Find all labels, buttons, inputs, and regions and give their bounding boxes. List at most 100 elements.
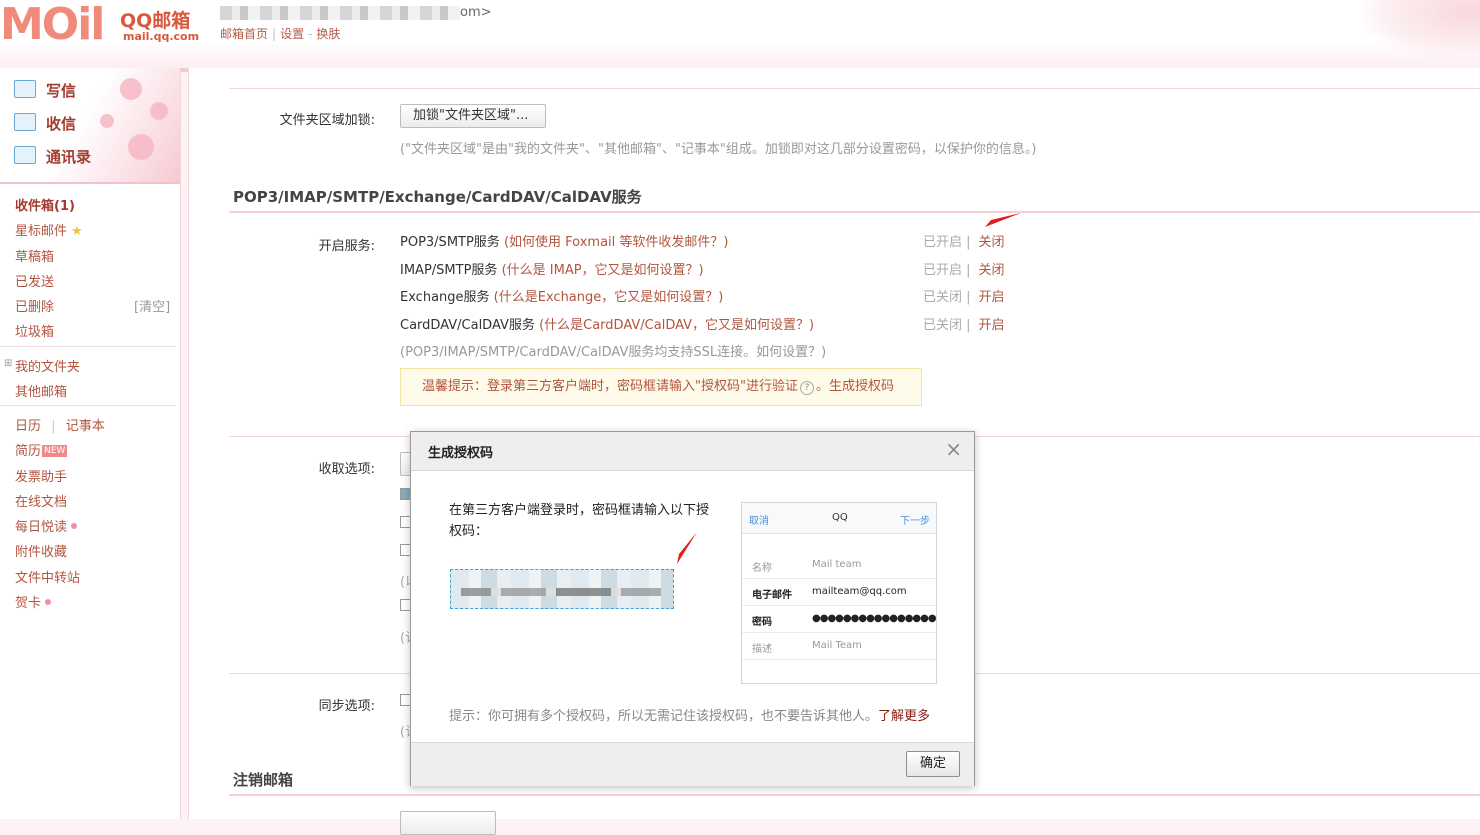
contacts-card-icon xyxy=(14,146,36,164)
generate-auth-code-link[interactable]: 。生成授权码 xyxy=(816,379,894,394)
folder-inbox[interactable]: 收件箱(1) xyxy=(15,195,75,214)
service-carddav-caldav: CardDAV/CalDAV服务 (什么是CardDAV/CalDAV，它又是如… xyxy=(400,318,815,333)
header-decoration xyxy=(1360,0,1480,60)
contacts-button[interactable]: 通讯录 xyxy=(14,146,91,167)
phone-row-name: 名称 Mail team xyxy=(742,551,936,579)
cancel-mailbox-section-title: 注销邮箱 xyxy=(233,771,294,789)
folder-other-mail[interactable]: 其他邮箱 xyxy=(15,381,67,400)
folder-sent[interactable]: 已发送 xyxy=(15,271,54,290)
dialog-title: 生成授权码 xyxy=(428,446,494,461)
phone-row-description: 描述 Mail Team xyxy=(742,632,936,660)
separator: | xyxy=(51,419,56,434)
quick-actions-panel: 写信 收信 通讯录 xyxy=(0,68,180,184)
compose-button[interactable]: 写信 xyxy=(14,80,76,101)
blossom-decoration xyxy=(100,114,114,128)
service-state: 已关闭 | 开启 xyxy=(923,290,1005,305)
help-link[interactable]: (什么是Exchange，它又是如何设置？) xyxy=(494,290,724,305)
red-arrow-annotation xyxy=(985,213,1021,227)
file-transfer-link[interactable]: 文件中转站 xyxy=(15,567,80,586)
phone-row-email: 电子邮件 mailteam@qq.com xyxy=(742,578,936,606)
nav-separator: - xyxy=(308,27,313,41)
folder-lock-label: 文件夹区域加锁: xyxy=(279,113,375,128)
divider xyxy=(0,405,176,406)
clear-trash-link[interactable]: [清空] xyxy=(134,296,170,315)
account-email-redacted xyxy=(220,6,460,20)
unread-dot-icon xyxy=(45,599,52,605)
service-exchange: Exchange服务 (什么是Exchange，它又是如何设置？) xyxy=(400,290,724,305)
dialog-hint: 提示：你可拥有多个授权码，所以无需记住该授权码，也不要告诉其他人。了解更多 xyxy=(449,709,931,724)
divider xyxy=(229,88,1480,89)
service-toggle-link[interactable]: 开启 xyxy=(979,318,1005,333)
greeting-cards-link[interactable]: 贺卡 xyxy=(15,592,52,611)
folder-lock-button[interactable]: 加锁"文件夹区域"... xyxy=(400,104,546,128)
new-badge: NEW xyxy=(42,445,68,457)
top-header: MOil QQ邮箱 mail.qq.com om> 邮箱首页 | 设置 - 换肤 xyxy=(0,0,1480,72)
service-imap-smtp: IMAP/SMTP服务 (什么是 IMAP，它又是如何设置？) xyxy=(400,263,704,278)
nav-skin-link[interactable]: 换肤 xyxy=(316,27,340,41)
dialog-header: 生成授权码 × xyxy=(411,432,974,471)
resume-link[interactable]: 简历 NEW xyxy=(15,440,68,459)
service-pop3-smtp: POP3/SMTP服务 (如何使用 Foxmail 等软件收发邮件？) xyxy=(400,235,729,250)
service-toggle-link[interactable]: 开启 xyxy=(979,290,1005,305)
dialog-description: 在第三方客户端登录时，密码框请输入以下授权码： xyxy=(449,503,710,539)
compose-icon xyxy=(14,80,36,98)
invoice-assistant-link[interactable]: 发票助手 xyxy=(15,466,67,485)
red-arrow-annotation xyxy=(677,532,697,564)
auth-code-field-redacted[interactable] xyxy=(450,569,674,609)
redacted-code xyxy=(461,588,661,596)
logo-brand: QQ邮箱 xyxy=(120,10,191,32)
auth-code-tip: 温馨提示：登录第三方客户端时，密码框请输入"授权码"进行验证? 。生成授权码 xyxy=(400,368,922,406)
daily-reading-link[interactable]: 每日悦读 xyxy=(15,516,78,535)
folder-drafts[interactable]: 草稿箱 xyxy=(15,246,54,265)
generate-auth-code-dialog: 生成授权码 × 在第三方客户端登录时，密码框请输入以下授权码： 取消 QQ 下一… xyxy=(410,431,975,786)
receive-options-label: 收取选项: xyxy=(318,462,375,477)
logo-image[interactable]: MOil xyxy=(0,0,105,50)
attachment-favorites-link[interactable]: 附件收藏 xyxy=(15,541,67,560)
confirm-button[interactable]: 确定 xyxy=(906,751,960,777)
phone-next-label: 下一步 xyxy=(900,516,930,527)
blossom-decoration xyxy=(120,78,142,100)
help-circle-icon[interactable]: ? xyxy=(799,381,814,395)
calendar-notes-row: 日历 | 记事本 xyxy=(15,415,105,434)
service-toggle-link[interactable]: 关闭 xyxy=(979,263,1005,278)
dialog-footer: 确定 xyxy=(411,742,974,786)
learn-more-link[interactable]: 了解更多 xyxy=(878,709,930,724)
close-icon[interactable]: × xyxy=(945,439,962,459)
phone-row-password: 密码 ●●●●●●●●●●●●●●●● xyxy=(742,605,937,633)
expand-plus-icon[interactable]: ⊞ xyxy=(4,358,12,369)
unread-dot-icon xyxy=(71,523,78,529)
help-link[interactable]: (什么是 IMAP，它又是如何设置？) xyxy=(502,263,704,278)
folder-starred[interactable]: 星标邮件 ★ xyxy=(15,220,83,239)
blossom-decoration xyxy=(128,134,154,160)
calendar-link[interactable]: 日历 xyxy=(15,419,41,434)
enable-service-label: 开启服务: xyxy=(318,239,375,254)
sync-options-label: 同步选项: xyxy=(318,699,375,714)
logo-domain: mail.qq.com xyxy=(123,30,200,43)
service-toggle-link[interactable]: 关闭 xyxy=(979,235,1005,250)
service-state: 已开启 | 关闭 xyxy=(923,235,1005,250)
folder-spam[interactable]: 垃圾箱 xyxy=(15,321,54,340)
pop-section-title: POP3/IMAP/SMTP/Exchange/CardDAV/CalDAV服务 xyxy=(233,188,642,206)
service-state: 已开启 | 关闭 xyxy=(923,263,1005,278)
cancel-mailbox-button[interactable] xyxy=(400,811,496,835)
star-icon: ★ xyxy=(71,224,83,239)
help-link[interactable]: (什么是CardDAV/CalDAV，它又是如何设置？) xyxy=(539,318,814,333)
account-suffix: om> xyxy=(460,5,492,20)
folder-my-folders[interactable]: 我的文件夹 xyxy=(15,356,80,375)
phone-illustration: 取消 QQ 下一步 名称 Mail team 电子邮件 mailteam@qq.co… xyxy=(741,502,937,684)
notes-link[interactable]: 记事本 xyxy=(66,419,105,434)
online-docs-link[interactable]: 在线文档 xyxy=(15,491,67,510)
inbox-download-icon xyxy=(14,113,36,131)
nav-home-link[interactable]: 邮箱首页 xyxy=(220,27,268,41)
nav-settings-link[interactable]: 设置 xyxy=(280,27,304,41)
section-divider xyxy=(229,211,1480,213)
ssl-note[interactable]: (POP3/IMAP/SMTP/CardDAV/CalDAV服务均支持SSL连接… xyxy=(400,341,826,360)
nav-separator: | xyxy=(272,27,277,41)
phone-cancel-label: 取消 xyxy=(749,516,769,527)
folder-deleted[interactable]: 已删除 xyxy=(15,296,54,315)
help-link[interactable]: (如何使用 Foxmail 等软件收发邮件？) xyxy=(504,235,729,250)
sidebar: 写信 收信 通讯录 收件箱(1) 星标邮件 ★ 草稿箱 已发送 已删除 [清空] … xyxy=(0,68,181,819)
top-nav: 邮箱首页 | 设置 - 换肤 xyxy=(220,25,340,42)
receive-button[interactable]: 收信 xyxy=(14,113,76,134)
phone-title: QQ xyxy=(832,512,848,523)
